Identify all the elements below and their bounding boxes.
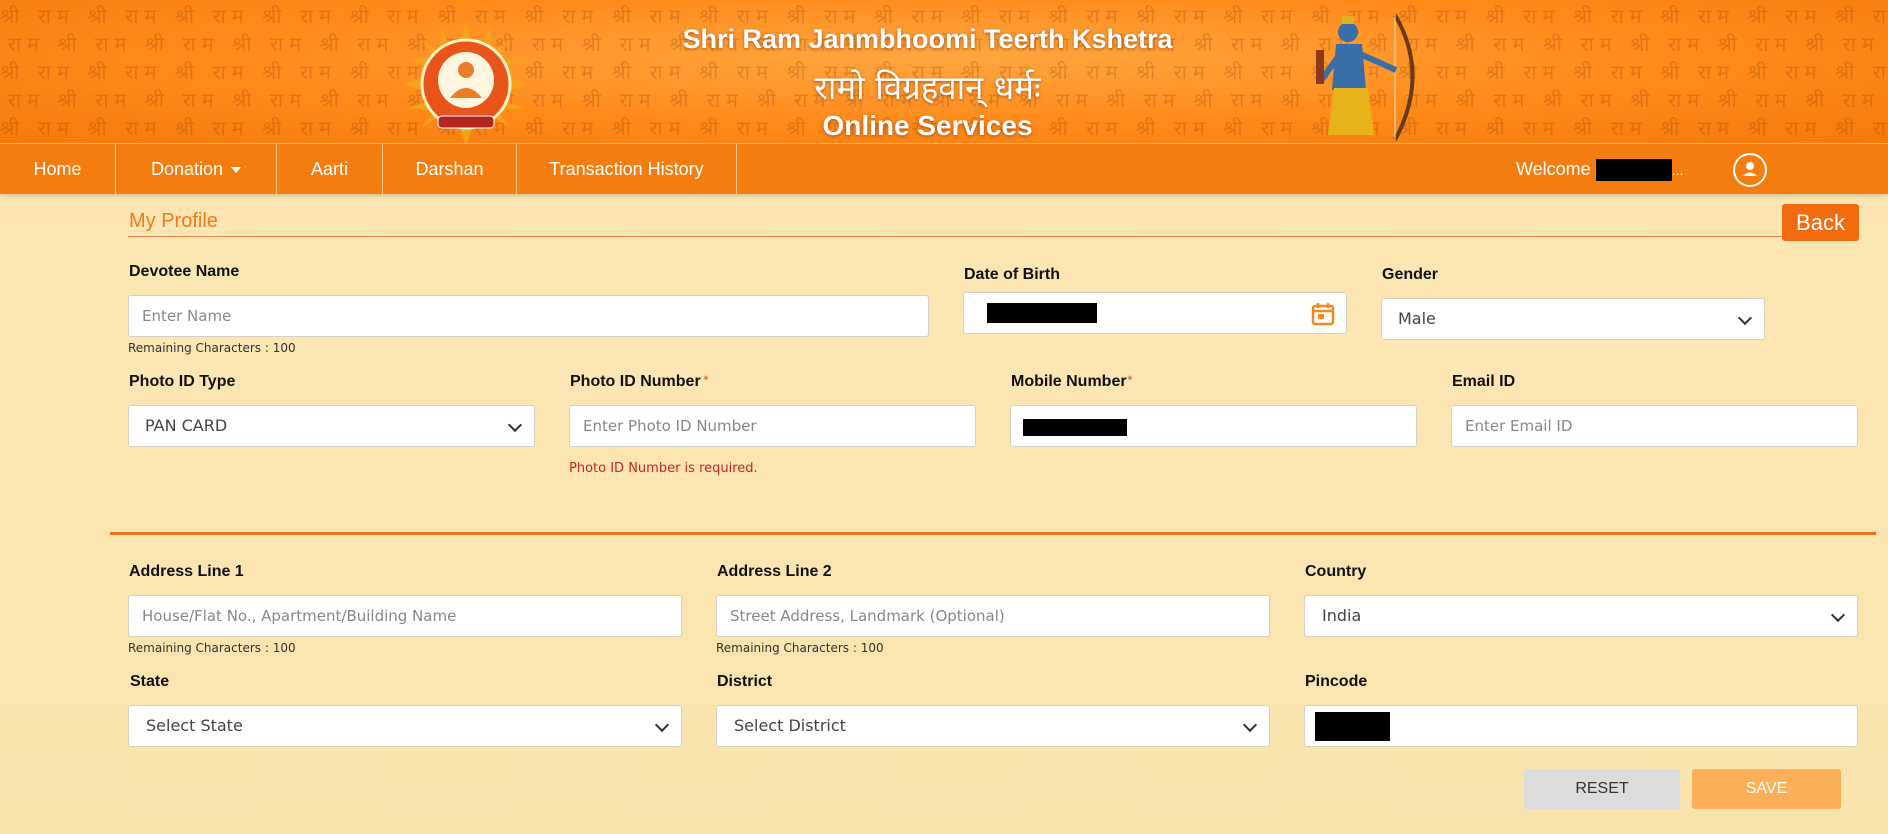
welcome-label: Welcome — [1516, 159, 1591, 179]
address1-label: Address Line 1 — [129, 563, 244, 580]
redacted-dob — [987, 303, 1097, 323]
photo-id-number-label-text: Photo ID Number — [570, 373, 701, 390]
pincode-label: Pincode — [1305, 673, 1368, 690]
photo-id-number-input[interactable] — [569, 405, 976, 447]
photo-id-type-select[interactable]: PAN CARD — [128, 405, 535, 447]
address2-char-count: Remaining Characters : 100 — [716, 641, 884, 655]
user-circle-icon — [1743, 162, 1757, 176]
lord-rama-image — [1316, 13, 1415, 141]
user-avatar-button[interactable] — [1733, 153, 1767, 187]
back-button[interactable]: Back — [1782, 204, 1859, 241]
state-label: State — [130, 673, 170, 690]
nav-aarti[interactable]: Aarti — [277, 144, 383, 194]
main-navbar: Home Donation Aarti Darshan Transaction … — [0, 143, 1888, 194]
district-label: District — [717, 673, 773, 690]
dob-input[interactable] — [963, 292, 1347, 334]
redacted-pincode — [1315, 712, 1390, 741]
chevron-down-icon — [1737, 310, 1753, 326]
address2-label: Address Line 2 — [717, 563, 832, 580]
required-asterisk: * — [703, 373, 709, 387]
chevron-down-icon — [654, 717, 670, 733]
photo-id-type-selected: PAN CARD — [145, 416, 228, 435]
country-selected: India — [1322, 606, 1362, 625]
country-label: Country — [1305, 563, 1367, 580]
chevron-down-icon — [1242, 717, 1258, 733]
photo-id-number-error: Photo ID Number is required. — [569, 461, 758, 476]
page-title: My Profile — [129, 210, 218, 232]
calendar-icon[interactable] — [1310, 301, 1336, 327]
site-title: Shri Ram Janmbhoomi Teerth Kshetra — [682, 24, 1173, 54]
address1-char-count: Remaining Characters : 100 — [128, 641, 296, 655]
nav-home[interactable]: Home — [0, 144, 116, 194]
dob-label: Date of Birth — [964, 266, 1060, 283]
redacted-username — [1595, 159, 1672, 182]
caret-down-icon — [231, 167, 242, 174]
site-header: श्री राम श्री राम श्री राम श्री राम श्री… — [0, 0, 1888, 143]
mobile-input[interactable] — [1010, 405, 1417, 447]
save-button[interactable]: SAVE — [1692, 769, 1841, 809]
mobile-label-text: Mobile Number — [1011, 373, 1127, 390]
chevron-down-icon — [1830, 607, 1846, 623]
gender-select[interactable]: Male — [1381, 298, 1765, 340]
reset-button[interactable]: RESET — [1524, 769, 1680, 809]
devotee-name-label: Devotee Name — [129, 263, 240, 280]
nav-donation-label: Donation — [150, 159, 224, 179]
state-selected: Select State — [146, 716, 243, 735]
gender-label: Gender — [1382, 266, 1439, 283]
nav-transaction-history[interactable]: Transaction History — [517, 144, 737, 194]
country-select[interactable]: India — [1304, 595, 1858, 637]
site-subtitle: Online Services — [822, 110, 1033, 141]
gender-selected: Male — [1398, 309, 1436, 328]
required-asterisk: * — [1127, 373, 1133, 387]
district-selected: Select District — [734, 716, 846, 735]
redacted-mobile — [1023, 419, 1127, 436]
welcome-ellipsis: ... — [1671, 162, 1684, 178]
nav-donation[interactable]: Donation — [116, 144, 277, 194]
mobile-label: Mobile Number* — [1011, 373, 1132, 391]
email-input[interactable] — [1451, 405, 1858, 447]
title-divider — [128, 236, 1783, 237]
section-divider — [110, 532, 1876, 535]
state-select[interactable]: Select State — [128, 705, 682, 747]
photo-id-type-label: Photo ID Type — [129, 373, 236, 390]
devotee-name-char-count: Remaining Characters : 100 — [128, 341, 296, 355]
address2-input[interactable] — [716, 595, 1270, 637]
photo-id-number-label: Photo ID Number * — [570, 373, 708, 391]
district-select[interactable]: Select District — [716, 705, 1270, 747]
pincode-input[interactable] — [1304, 705, 1858, 747]
welcome-user: Welcome ... — [1516, 144, 1683, 195]
address1-input[interactable] — [128, 595, 682, 637]
nav-darshan[interactable]: Darshan — [383, 144, 517, 194]
chevron-down-icon — [507, 417, 523, 433]
site-tagline: रामो विग्रहवान् धर्मः — [814, 68, 1041, 107]
email-label: Email ID — [1452, 373, 1516, 390]
devotee-name-input[interactable] — [128, 295, 929, 337]
